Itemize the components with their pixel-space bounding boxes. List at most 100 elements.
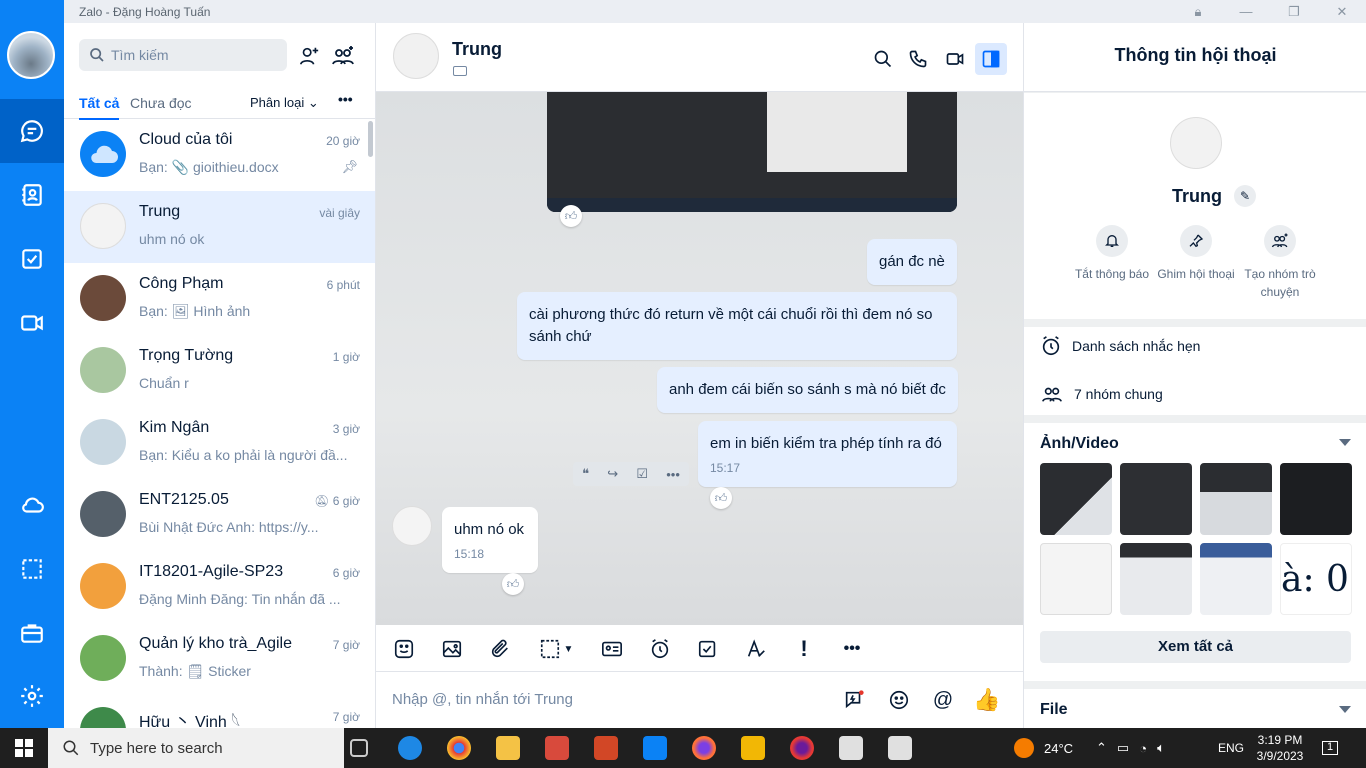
image-message[interactable] xyxy=(547,92,957,212)
taskbar-search[interactable]: Type here to search xyxy=(48,728,344,768)
create-group-button[interactable] xyxy=(330,43,356,69)
todo-tab[interactable] xyxy=(0,227,64,291)
forward-icon[interactable]: ↪ xyxy=(607,466,618,482)
message-composer[interactable]: Nhập @, tin nhắn tới Trung @ 👍 xyxy=(376,672,1023,728)
media-thumbnail[interactable] xyxy=(1040,463,1112,535)
reminder-list-row[interactable]: Danh sách nhắc hẹn xyxy=(1040,335,1200,357)
outgoing-message[interactable]: em in biến kiểm tra phép tính ra đó 15:1… xyxy=(698,421,957,487)
chrome-dev-icon[interactable] xyxy=(790,736,814,760)
task-icon[interactable]: ☑ xyxy=(636,466,648,482)
clock[interactable]: 3:19 PM 3/9/2023 xyxy=(1256,728,1304,768)
search-messages-button[interactable] xyxy=(867,43,899,75)
chrome-icon[interactable] xyxy=(447,736,471,760)
create-group-chat-button[interactable]: Tạo nhóm trò chuyện xyxy=(1235,225,1325,301)
incoming-message[interactable]: uhm nó ok 15:18 xyxy=(442,507,538,573)
add-friend-button[interactable] xyxy=(296,43,322,69)
media-thumbnail[interactable] xyxy=(1200,463,1272,535)
sender-avatar[interactable] xyxy=(392,506,432,546)
quote-icon[interactable]: ❝ xyxy=(582,466,589,482)
conversation-item[interactable]: Quản lý kho trà_Agile 7 giờ Thành: 🗒 Sti… xyxy=(64,623,375,695)
task-view-icon[interactable] xyxy=(350,739,368,757)
contact-avatar[interactable] xyxy=(393,33,439,79)
screenshot-button[interactable]: ▼ xyxy=(534,635,578,663)
media-thumbnail[interactable] xyxy=(1120,463,1192,535)
attach-file-button[interactable] xyxy=(486,635,514,663)
conversation-item-cloud[interactable]: Cloud của tôi 20 giờ Bạn: 📎 gioithieu.do… xyxy=(64,119,375,191)
app-icon[interactable] xyxy=(741,736,765,760)
minimize-button[interactable]: — xyxy=(1222,0,1270,23)
media-thumbnail[interactable] xyxy=(1200,543,1272,615)
message-area[interactable]: 👍︎ gán đc nè cài phương thức đó return v… xyxy=(376,92,1023,625)
java-icon[interactable] xyxy=(839,736,863,760)
conversation-item[interactable]: Trọng Tường 1 giờ Chuẩn r xyxy=(64,335,375,407)
settings-tab[interactable] xyxy=(0,664,64,728)
react-like-button[interactable]: 👍︎ xyxy=(560,205,582,227)
conversation-item-trung[interactable]: Trung vài giây uhm nó ok xyxy=(64,191,375,263)
filter-all-tab[interactable]: Tất cả xyxy=(79,95,120,120)
emoji-button[interactable] xyxy=(885,686,913,714)
tools-tab[interactable] xyxy=(0,601,64,665)
reminder-button[interactable] xyxy=(646,635,674,663)
start-button[interactable] xyxy=(0,728,48,768)
powerpoint-icon[interactable] xyxy=(594,736,618,760)
mention-button[interactable]: @ xyxy=(929,686,957,714)
assign-task-button[interactable] xyxy=(694,635,722,663)
screenshot-tab[interactable] xyxy=(0,537,64,601)
outgoing-message[interactable]: gán đc nè xyxy=(867,239,957,285)
voice-call-button[interactable] xyxy=(902,43,934,75)
search-box[interactable]: Tìm kiếm xyxy=(79,39,287,71)
edit-name-button[interactable]: ✎ xyxy=(1234,185,1256,207)
conversation-item[interactable]: ENT2125.05 🔕︎ 6 giờ Bùi Nhật Đức Anh: ht… xyxy=(64,479,375,551)
more-icon[interactable]: ••• xyxy=(666,467,680,482)
profile-avatar[interactable] xyxy=(1170,117,1222,169)
react-like-button[interactable]: 👍︎ xyxy=(710,487,732,509)
urgent-button[interactable]: ! xyxy=(790,635,818,663)
media-thumbnail[interactable]: à: 00 xyxy=(1280,543,1352,615)
mute-notifications-button[interactable]: Tắt thông báo xyxy=(1067,225,1157,283)
messages-tab[interactable] xyxy=(0,99,64,163)
firefox-icon[interactable] xyxy=(692,736,716,760)
quick-like-button[interactable]: 👍 xyxy=(973,686,1001,714)
list-scrollbar[interactable] xyxy=(368,121,373,157)
input-language[interactable]: ENG xyxy=(1218,728,1244,768)
sticker-button[interactable] xyxy=(390,635,418,663)
react-like-button[interactable]: 👍︎ xyxy=(502,573,524,595)
user-avatar[interactable] xyxy=(7,31,55,79)
pin-conversation-button[interactable]: Ghim hội thoại xyxy=(1151,225,1241,283)
video-call-button[interactable] xyxy=(939,43,971,75)
message-input[interactable]: Nhập @, tin nhắn tới Trung xyxy=(392,691,573,708)
app-icon[interactable] xyxy=(545,736,569,760)
video-call-tab[interactable] xyxy=(0,291,64,355)
chevron-down-icon[interactable] xyxy=(1339,706,1351,713)
java-icon[interactable] xyxy=(888,736,912,760)
conversation-item[interactable]: Công Phạm 6 phút Bạn: 🖼 Hình ảnh xyxy=(64,263,375,335)
classify-dropdown[interactable]: Phân loại ⌄ xyxy=(250,95,319,111)
outgoing-message[interactable]: anh đem cái biến so sánh s mà nó biết đc xyxy=(657,367,958,413)
conversation-item[interactable]: IT18201-Agile-SP23 6 giờ Đặng Minh Đăng:… xyxy=(64,551,375,623)
system-tray-icons[interactable]: ⌃ ▭ ◔ 🔈︎ xyxy=(1096,728,1175,768)
quick-message-button[interactable] xyxy=(840,686,868,714)
media-thumbnail[interactable] xyxy=(1120,543,1192,615)
zalo-icon[interactable] xyxy=(643,736,667,760)
send-contact-button[interactable] xyxy=(598,635,626,663)
label-tag-icon[interactable] xyxy=(453,66,467,76)
close-button[interactable]: ✕ xyxy=(1318,0,1366,23)
outgoing-message[interactable]: cài phương thức đó return về một cái chu… xyxy=(517,292,957,360)
media-thumbnail[interactable] xyxy=(1040,543,1112,615)
conversation-item[interactable]: Kim Ngân 3 giờ Bạn: Kiểu a ko phải là ng… xyxy=(64,407,375,479)
conversation-item[interactable]: Hữu 丶 Vinh 𓆩 7 giờ xyxy=(64,695,375,728)
filter-unread-tab[interactable]: Chưa đọc xyxy=(130,95,192,111)
cloud-tab[interactable] xyxy=(0,473,64,537)
notification-center-button[interactable]: 1 xyxy=(1322,728,1338,768)
common-groups-row[interactable]: 7 nhóm chung xyxy=(1040,383,1163,405)
chevron-down-icon[interactable] xyxy=(1339,439,1351,446)
file-explorer-icon[interactable] xyxy=(496,736,520,760)
weather-widget[interactable]: 24°C xyxy=(1014,728,1073,768)
see-all-button[interactable]: Xem tất cả xyxy=(1040,631,1351,663)
lock-icon[interactable]: 🔒︎ xyxy=(1174,0,1222,23)
restore-button[interactable]: ❐ xyxy=(1270,0,1318,23)
contact-name[interactable]: Trung xyxy=(452,39,502,60)
send-image-button[interactable] xyxy=(438,635,466,663)
media-thumbnail[interactable] xyxy=(1280,463,1352,535)
edge-icon[interactable] xyxy=(398,736,422,760)
